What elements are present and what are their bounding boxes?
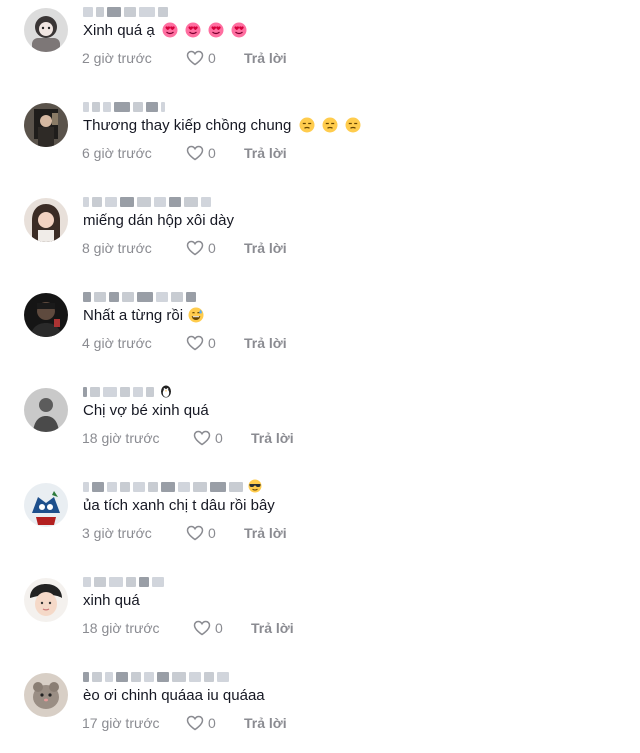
heart-outline-icon xyxy=(186,240,204,256)
username-blurred[interactable] xyxy=(83,196,211,208)
sunglasses-face-icon xyxy=(248,479,262,495)
like-count: 0 xyxy=(215,620,223,636)
like-count: 0 xyxy=(208,50,216,66)
comment-meta: 18 giờ trước 0 Trả lời xyxy=(82,618,294,638)
avatar[interactable] xyxy=(24,8,68,52)
like-count: 0 xyxy=(208,335,216,351)
comment-time: 6 giờ trước xyxy=(82,145,152,161)
username-blurred[interactable] xyxy=(83,6,168,18)
comment-text: èo ơi chinh quáaa iu quáaa xyxy=(83,687,265,704)
comment-meta: 2 giờ trước 0 Trả lời xyxy=(82,48,287,68)
like-button[interactable]: 0 xyxy=(186,525,244,541)
like-count: 0 xyxy=(208,145,216,161)
like-button[interactable]: 0 xyxy=(186,715,244,731)
like-count: 0 xyxy=(208,715,216,731)
comment-item: Thương thay kiếp chồng chung 6 giờ trước… xyxy=(24,101,624,183)
comment-text: Nhất a từng rồi xyxy=(83,306,204,326)
like-button[interactable]: 0 xyxy=(186,145,244,161)
comment-item: xinh quá 18 giờ trước 0 Trả lời xyxy=(24,576,624,658)
username-blurred[interactable] xyxy=(83,291,196,303)
comment-item: Chị vợ bé xinh quá 18 giờ trước 0 Trả lờ… xyxy=(24,384,624,468)
grinning-sweat-icon xyxy=(183,307,204,324)
reply-button[interactable]: Trả lời xyxy=(244,145,287,161)
comment-meta: 3 giờ trước 0 Trả lời xyxy=(82,523,287,543)
reply-button[interactable]: Trả lời xyxy=(244,525,287,541)
comment-time: 18 giờ trước xyxy=(82,620,160,636)
heart-eyes-icon xyxy=(155,22,248,39)
avatar[interactable] xyxy=(24,198,68,242)
comment-text: Thương thay kiếp chồng chung xyxy=(83,116,361,136)
comment-text: miếng dán hộp xôi dày xyxy=(83,212,234,229)
comment-text: xinh quá xyxy=(83,592,140,609)
comment-time: 2 giờ trước xyxy=(82,50,152,66)
comment-time: 17 giờ trước xyxy=(82,715,160,731)
comment-time: 4 giờ trước xyxy=(82,335,152,351)
comment-text: Chị vợ bé xinh quá xyxy=(83,402,209,419)
comment-item: ủa tích xanh chị t dâu rồi bây 3 giờ trư… xyxy=(24,479,624,563)
heart-outline-icon xyxy=(186,715,204,731)
comment-meta: 17 giờ trước 0 Trả lời xyxy=(82,713,287,733)
reply-button[interactable]: Trả lời xyxy=(251,430,294,446)
comment-meta: 18 giờ trước 0 Trả lời xyxy=(82,428,294,448)
avatar[interactable] xyxy=(24,388,68,432)
like-button[interactable]: 0 xyxy=(193,620,251,636)
heart-outline-icon xyxy=(186,525,204,541)
comment-text: ủa tích xanh chị t dâu rồi bây xyxy=(83,497,275,514)
reply-button[interactable]: Trả lời xyxy=(251,620,294,636)
reply-button[interactable]: Trả lời xyxy=(244,240,287,256)
reply-button[interactable]: Trả lời xyxy=(244,335,287,351)
comment-item: Nhất a từng rồi 4 giờ trước 0 Trả lời xyxy=(24,291,624,373)
like-button[interactable]: 0 xyxy=(186,240,244,256)
comment-time: 18 giờ trước xyxy=(82,430,160,446)
like-count: 0 xyxy=(208,525,216,541)
penguin-icon xyxy=(159,384,173,400)
comment-time: 8 giờ trước xyxy=(82,240,152,256)
comment-meta: 4 giờ trước 0 Trả lời xyxy=(82,333,287,353)
pensive-face-icon xyxy=(291,117,361,134)
username-blurred[interactable] xyxy=(83,384,173,400)
heart-outline-icon xyxy=(186,145,204,161)
comment-item: Xinh quá ạ 2 giờ trước 0 Trả lời xyxy=(24,6,624,88)
avatar[interactable] xyxy=(24,293,68,337)
like-count: 0 xyxy=(215,430,223,446)
username-blurred[interactable] xyxy=(83,479,262,495)
avatar[interactable] xyxy=(24,578,68,622)
comment-time: 3 giờ trước xyxy=(82,525,152,541)
comment-item: èo ơi chinh quáaa iu quáaa 17 giờ trước … xyxy=(24,671,624,753)
heart-outline-icon xyxy=(186,335,204,351)
heart-outline-icon xyxy=(186,50,204,66)
reply-button[interactable]: Trả lời xyxy=(244,715,287,731)
like-button[interactable]: 0 xyxy=(193,430,251,446)
avatar[interactable] xyxy=(24,673,68,717)
comment-meta: 8 giờ trước 0 Trả lời xyxy=(82,238,287,258)
username-blurred[interactable] xyxy=(83,101,165,113)
reply-button[interactable]: Trả lời xyxy=(244,50,287,66)
username-blurred[interactable] xyxy=(83,576,164,588)
like-button[interactable]: 0 xyxy=(186,335,244,351)
comment-text: Xinh quá ạ xyxy=(83,21,247,41)
like-button[interactable]: 0 xyxy=(186,50,244,66)
heart-outline-icon xyxy=(193,620,211,636)
like-count: 0 xyxy=(208,240,216,256)
comment-item: miếng dán hộp xôi dày 8 giờ trước 0 Trả … xyxy=(24,196,624,278)
avatar[interactable] xyxy=(24,103,68,147)
heart-outline-icon xyxy=(193,430,211,446)
avatar[interactable] xyxy=(24,483,68,527)
username-blurred[interactable] xyxy=(83,671,229,683)
comment-meta: 6 giờ trước 0 Trả lời xyxy=(82,143,287,163)
